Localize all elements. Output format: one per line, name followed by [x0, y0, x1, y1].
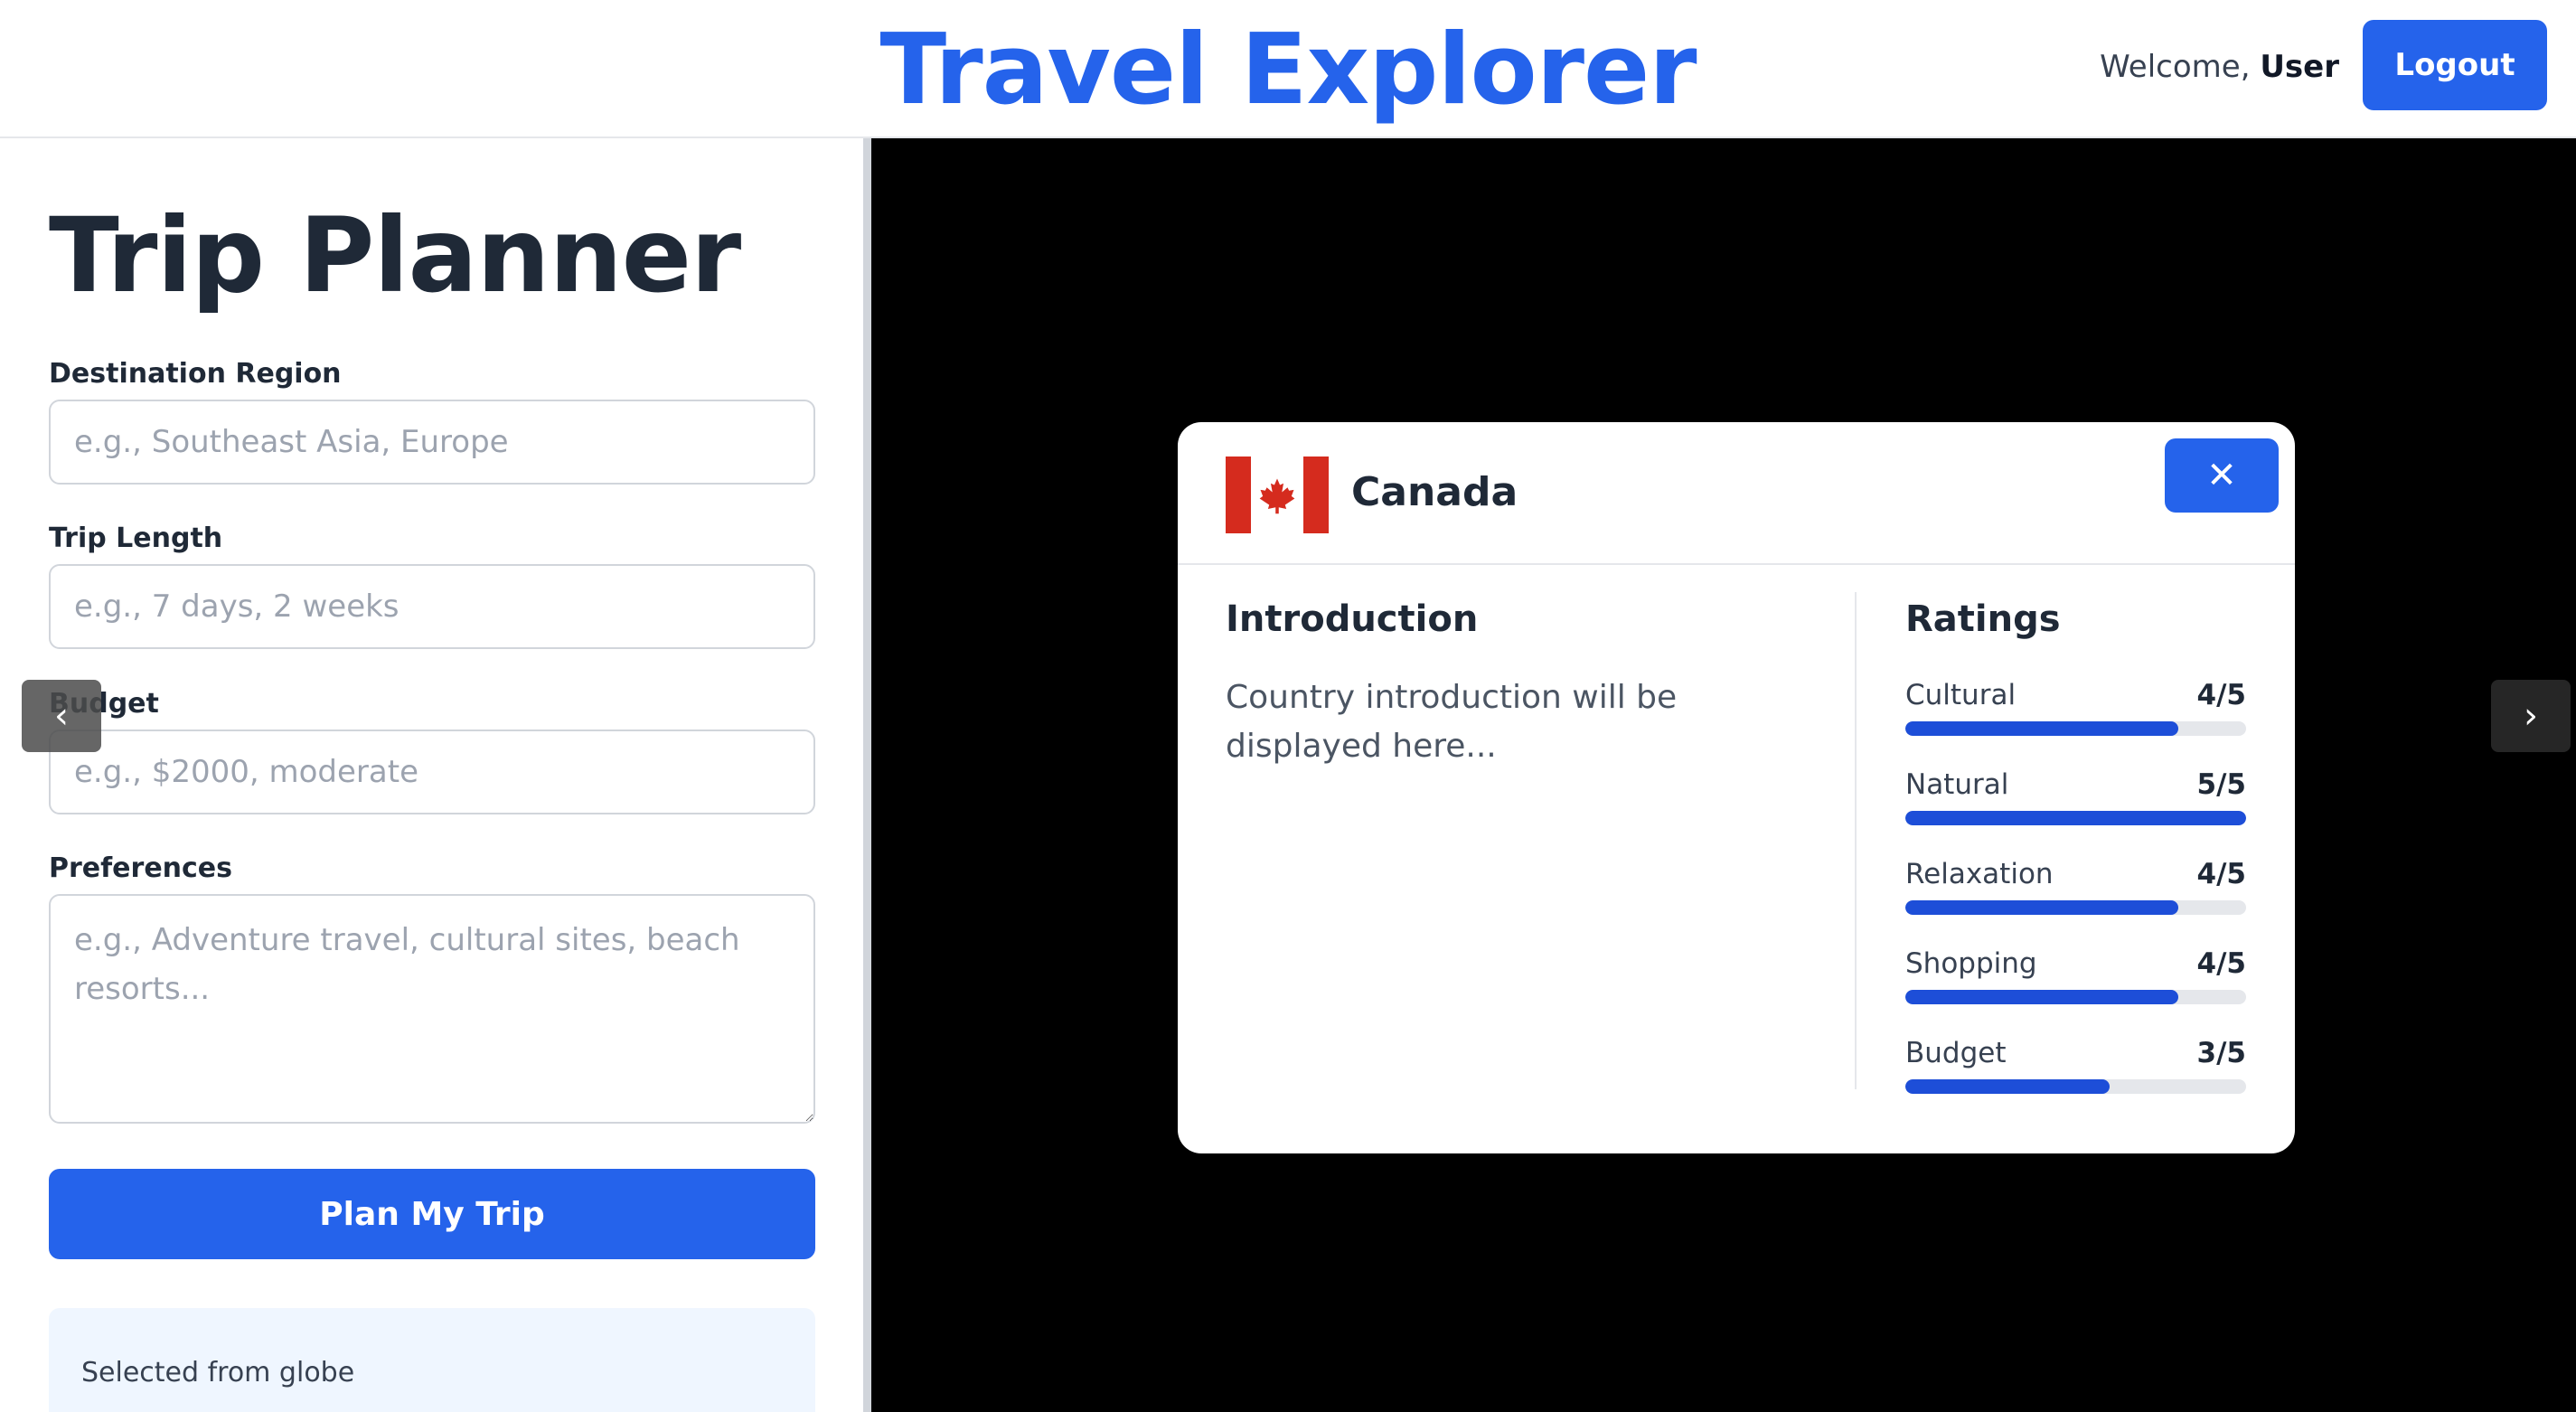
rating-row-cultural: Cultural 4/5	[1905, 677, 2246, 758]
rating-row-relaxation: Relaxation 4/5	[1905, 856, 2246, 937]
destination-region-input[interactable]	[49, 400, 815, 485]
welcome-message: Welcome, User	[2100, 45, 2339, 89]
page-title: Trip Planner	[49, 195, 741, 315]
close-modal-button[interactable]: ✕	[2165, 438, 2279, 513]
rating-bar-fill	[1905, 1079, 2111, 1094]
chevron-left-icon: ‹	[54, 695, 69, 737]
panel-resize-handle[interactable]	[863, 138, 871, 1412]
introduction-heading: Introduction	[1226, 598, 1479, 640]
modal-header: Canada ✕	[1178, 422, 2295, 565]
rating-bar	[1905, 811, 2246, 825]
rating-bar	[1905, 721, 2246, 736]
previous-arrow-button[interactable]: ‹	[22, 680, 101, 752]
plan-my-trip-button[interactable]: Plan My Trip	[49, 1169, 815, 1259]
trip-length-input[interactable]	[49, 564, 815, 649]
logout-button[interactable]: Logout	[2363, 20, 2547, 110]
welcome-prefix: Welcome,	[2100, 49, 2261, 85]
rating-score: 5/5	[2196, 768, 2246, 801]
canada-flag-icon	[1226, 457, 1329, 533]
destination-region-label: Destination Region	[49, 358, 342, 390]
trip-length-label: Trip Length	[49, 522, 223, 554]
app-header: Travel Explorer Welcome, User Logout	[0, 0, 2576, 138]
rating-score: 4/5	[2196, 679, 2246, 711]
rating-bar-fill	[1905, 721, 2178, 736]
rating-label: Natural	[1905, 768, 2009, 801]
preferences-label: Preferences	[49, 852, 233, 884]
introduction-text: Country introduction will be displayed h…	[1226, 679, 1678, 765]
rating-label: Cultural	[1905, 679, 2017, 711]
rating-bar	[1905, 1079, 2246, 1094]
rating-row-shopping: Shopping 4/5	[1905, 946, 2246, 1027]
preferences-textarea[interactable]	[49, 894, 815, 1124]
next-arrow-button[interactable]: ›	[2491, 680, 2571, 752]
modal-divider	[1855, 592, 1857, 1089]
rating-label: Budget	[1905, 1037, 2007, 1069]
country-details-modal: Canada ✕ Introduction Country introducti…	[1178, 422, 2295, 1153]
selected-from-globe-panel: Selected from globe	[49, 1308, 815, 1412]
rating-label: Shopping	[1905, 947, 2037, 980]
rating-label: Relaxation	[1905, 858, 2054, 890]
country-name: Canada	[1351, 469, 1518, 515]
username: User	[2260, 49, 2339, 85]
rating-bar	[1905, 990, 2246, 1004]
rating-row-natural: Natural 5/5	[1905, 767, 2246, 848]
rating-bar	[1905, 900, 2246, 915]
budget-input[interactable]	[49, 730, 815, 814]
chevron-right-icon: ›	[2524, 695, 2538, 737]
rating-score: 4/5	[2196, 858, 2246, 890]
selected-from-globe-text: Selected from globe	[81, 1357, 355, 1388]
rating-bar-fill	[1905, 990, 2178, 1004]
ratings-heading: Ratings	[1905, 598, 2061, 640]
rating-row-budget: Budget 3/5	[1905, 1035, 2246, 1116]
rating-bar-fill	[1905, 900, 2178, 915]
rating-bar-fill	[1905, 811, 2246, 825]
trip-planner-panel: Trip Planner Destination Region Trip Len…	[0, 138, 863, 1412]
rating-score: 3/5	[2196, 1037, 2246, 1069]
close-icon: ✕	[2206, 455, 2237, 496]
rating-score: 4/5	[2196, 947, 2246, 980]
